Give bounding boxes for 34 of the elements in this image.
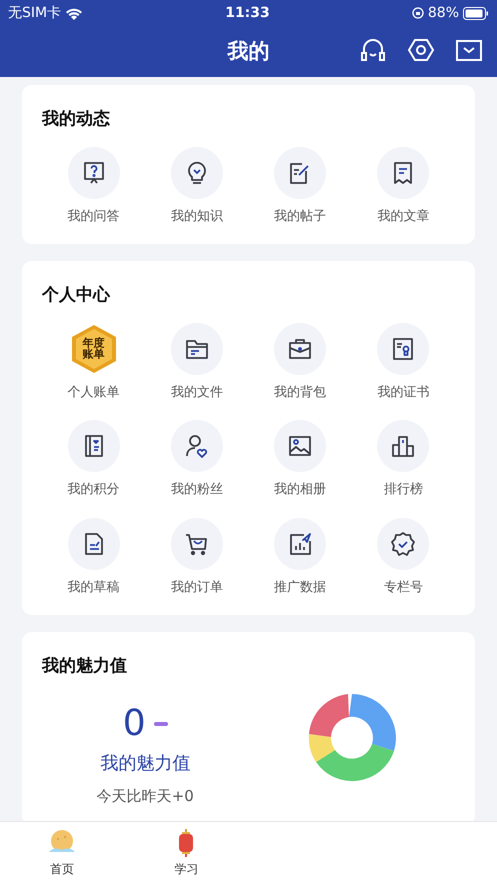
tab-item[interactable]: 首页 xyxy=(0,822,124,883)
menu-item[interactable]: 我的相册 xyxy=(248,420,352,500)
menu-item[interactable]: 我的粉丝 xyxy=(145,420,248,500)
menu-item[interactable]: 排行榜 xyxy=(352,420,455,500)
menu-item[interactable]: 推广数据 xyxy=(248,518,352,597)
menu-item[interactable]: 我的订单 xyxy=(145,518,248,597)
battery-text: 88% xyxy=(428,4,459,22)
menu-item[interactable]: 我的知识 xyxy=(145,146,248,226)
menu-item[interactable]: 我的文件 xyxy=(145,322,248,402)
battery-icon xyxy=(463,6,489,20)
menu-item[interactable]: 我的帖子 xyxy=(248,146,352,226)
rotation-lock-icon xyxy=(412,7,424,19)
section-title: 我的动态 xyxy=(42,108,111,131)
menu-item[interactable]: 年度 账单 个人账单 xyxy=(42,322,146,402)
settings-icon[interactable] xyxy=(407,36,435,64)
menu-item[interactable]: 我的文章 xyxy=(352,146,455,226)
menu-item[interactable]: 我的问答 xyxy=(42,146,146,226)
charm-label: 我的魅力值 xyxy=(100,752,190,776)
carrier-text: 无SIM卡 xyxy=(8,4,62,22)
menu-item[interactable]: 我的草稿 xyxy=(42,518,146,597)
menu-item[interactable]: 我的证书 xyxy=(352,322,455,402)
section-title: 个人中心 xyxy=(42,284,112,307)
tab-item[interactable]: 学习 xyxy=(124,822,248,883)
time-text: 11:33 xyxy=(225,4,270,22)
menu-item[interactable]: 我的积分 xyxy=(42,420,146,500)
wifi-icon xyxy=(65,6,84,20)
menu-item[interactable]: 专栏号 xyxy=(352,518,455,597)
charm-value: 0 xyxy=(122,706,146,742)
dash-icon xyxy=(154,722,168,726)
comparison-text: 今天比昨天+0 xyxy=(96,786,194,806)
support-headset-icon[interactable] xyxy=(359,36,387,64)
section-title: 我的魅力值 xyxy=(42,655,128,678)
page-title: 我的 xyxy=(228,38,270,65)
menu-item[interactable]: 我的背包 xyxy=(248,322,352,402)
